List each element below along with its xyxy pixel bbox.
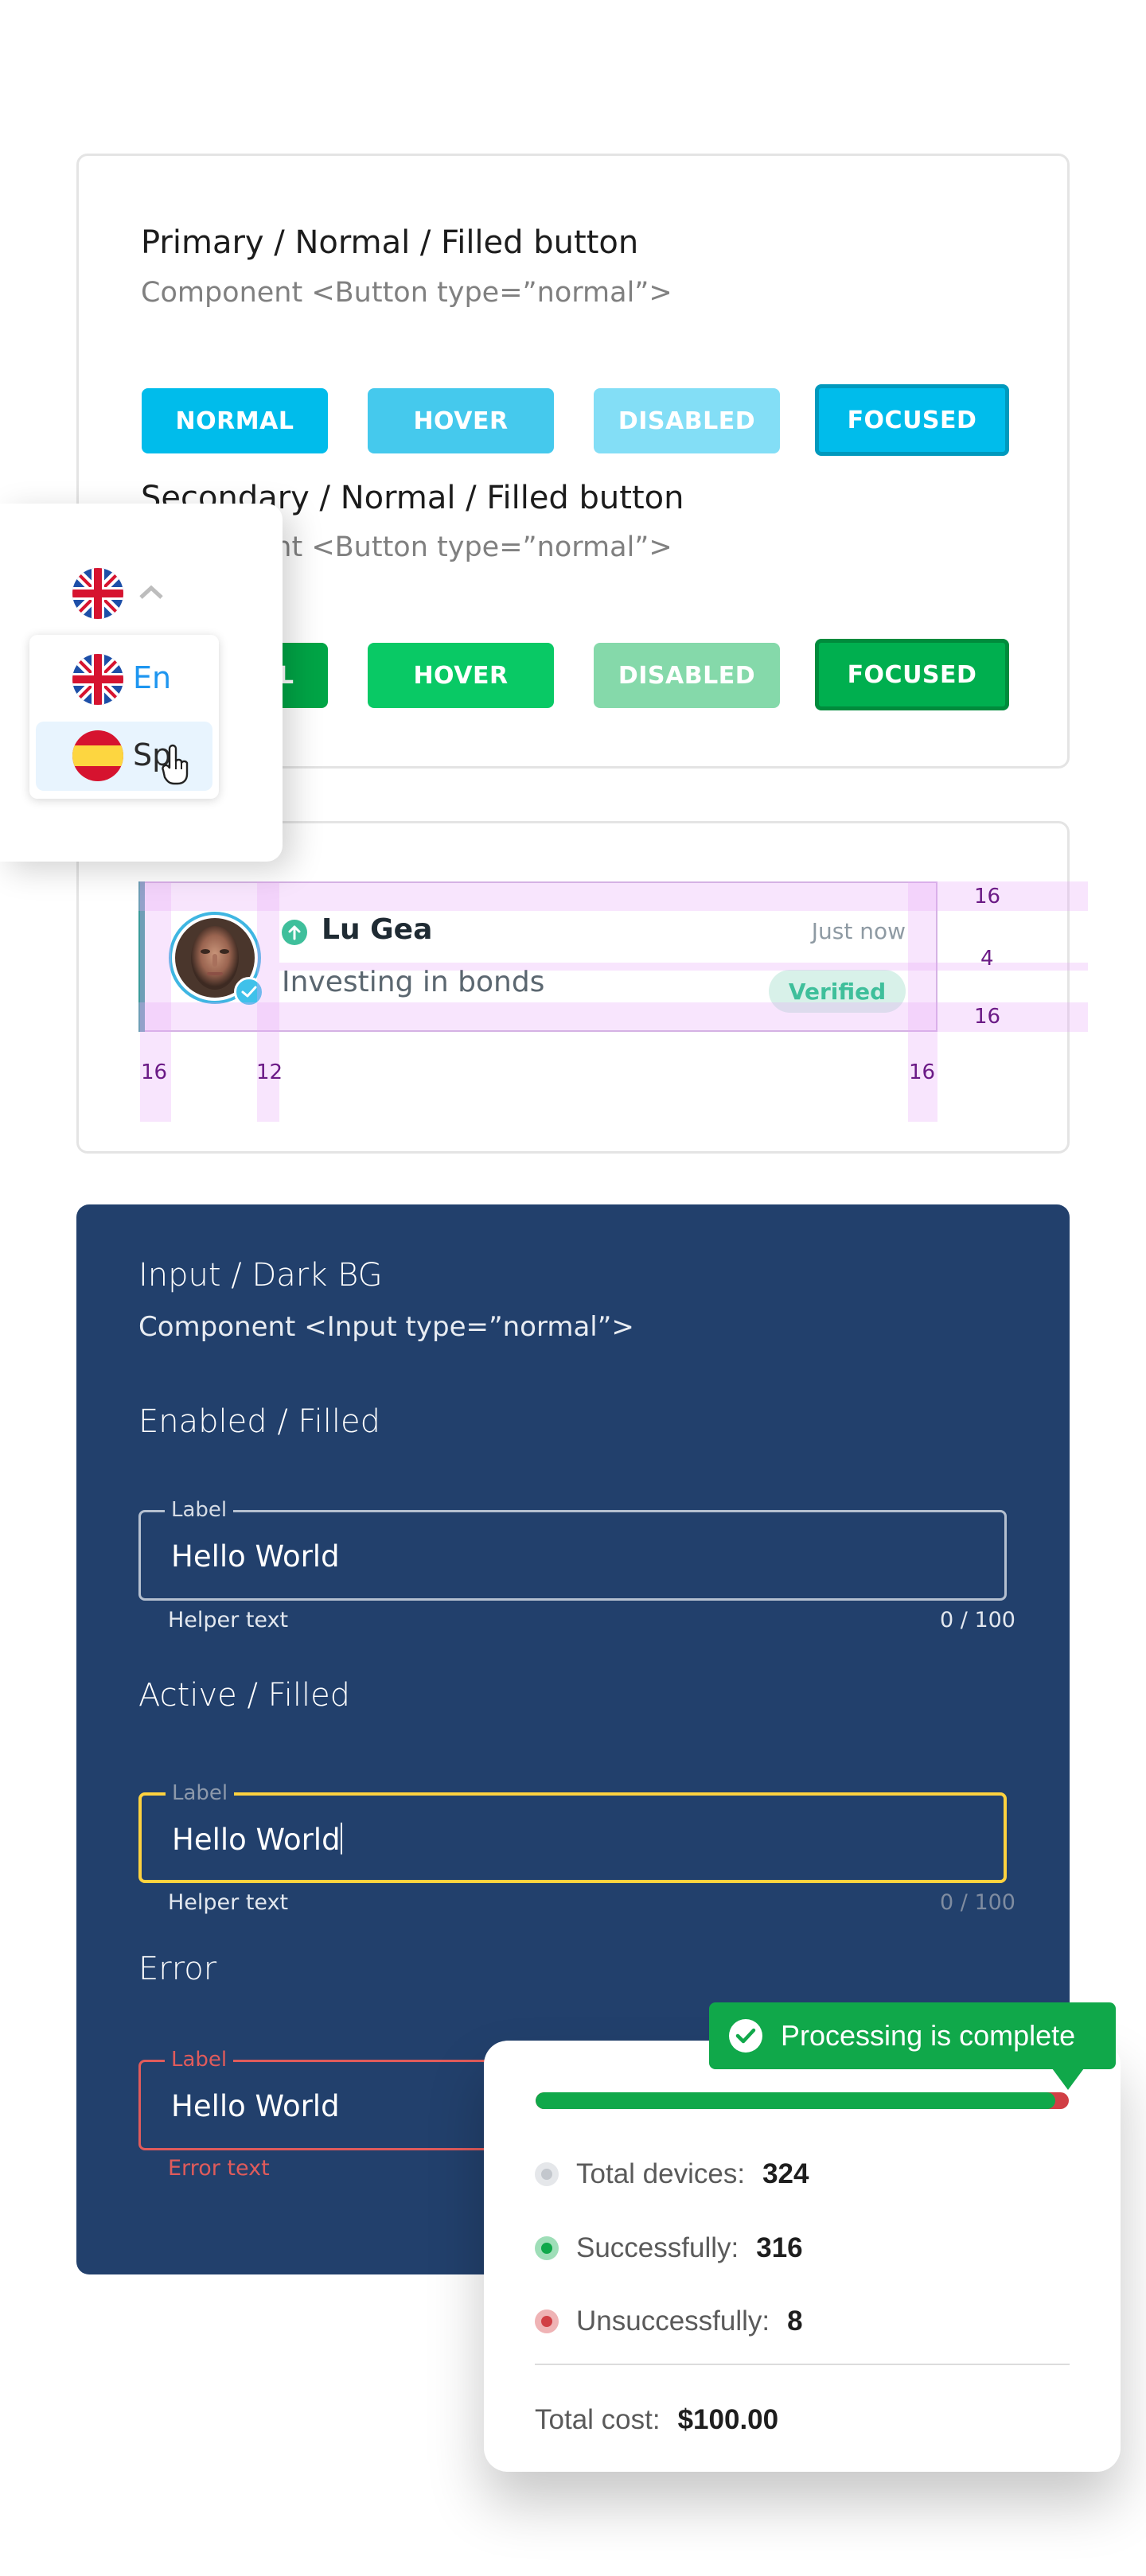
- uk-flag-icon: [72, 568, 123, 619]
- active-state-heading: Active / Filled: [138, 1677, 351, 1714]
- language-option-sp[interactable]: Sp: [36, 722, 212, 791]
- arrow-up-circle-icon: [282, 920, 307, 945]
- spacing-label-left: 16: [141, 1060, 168, 1084]
- progress-bar-success: [536, 2092, 1056, 2109]
- spacing-avatar-gap-column: [257, 881, 279, 1122]
- enabled-state-heading: Enabled / Filled: [138, 1403, 380, 1440]
- red-status-dot-icon: [535, 2309, 559, 2333]
- contact-name: Lu Gea: [322, 913, 433, 946]
- language-dropdown: En Sp: [29, 635, 219, 799]
- total-cost-row: Total cost: $100.00: [535, 2404, 778, 2436]
- spacing-left-column: [140, 881, 171, 1122]
- grey-status-dot-icon: [535, 2162, 559, 2186]
- primary-hover-button[interactable]: HOVER: [368, 388, 554, 453]
- primary-normal-button[interactable]: NORMAL: [142, 388, 328, 453]
- spacing-top-band: [138, 881, 1088, 911]
- secondary-focused-button[interactable]: FOCUSED: [815, 639, 1009, 710]
- primary-section-title: Primary / Normal / Filled button: [141, 224, 639, 261]
- enabled-input-value: Hello World: [171, 1539, 340, 1574]
- spacing-label-top: 16: [974, 885, 1001, 909]
- primary-focused-button[interactable]: FOCUSED: [815, 384, 1009, 456]
- language-option-en-label: En: [133, 660, 172, 695]
- enabled-input-label: Label: [165, 1498, 234, 1522]
- active-input-text: Hello World: [172, 1823, 341, 1857]
- unsuccessful-label: Unsuccessfully:: [576, 2306, 770, 2337]
- spacing-label-right: 16: [909, 1060, 936, 1084]
- text-cursor: [340, 1823, 342, 1854]
- active-input[interactable]: Label Hello World: [138, 1781, 1007, 1883]
- input-section-subtitle: Component <Input type=”normal”>: [138, 1311, 634, 1343]
- total-cost-value: $100.00: [677, 2404, 779, 2435]
- spacing-label-bottom: 16: [974, 1005, 1001, 1029]
- tooltip-arrow: [1052, 2068, 1084, 2090]
- tooltip-text: Processing is complete: [781, 2019, 1076, 2052]
- unsuccessful-value: 8: [787, 2306, 803, 2337]
- divider: [535, 2364, 1070, 2365]
- secondary-disabled-button: DISABLED: [594, 643, 780, 708]
- list-item-card: Lu Gea Just now Investing in bonds Verif…: [76, 821, 1088, 1154]
- unsuccessful-row: Unsuccessfully: 8: [535, 2306, 803, 2337]
- primary-section-subtitle: Component <Button type=”normal”>: [141, 277, 672, 309]
- total-devices-value: 324: [762, 2158, 809, 2189]
- enabled-char-counter: 0 / 100: [940, 1608, 1015, 1632]
- language-option-en[interactable]: En: [29, 635, 219, 714]
- spacing-label-gap: 4: [980, 947, 994, 971]
- primary-disabled-button: DISABLED: [594, 388, 780, 453]
- check-circle-icon: [729, 2019, 762, 2053]
- chevron-up-icon[interactable]: [138, 583, 164, 601]
- enabled-helper-text: Helper text: [168, 1608, 289, 1632]
- description: Investing in bonds: [282, 966, 545, 998]
- total-cost-label: Total cost:: [535, 2404, 661, 2435]
- active-input-label: Label: [166, 1781, 235, 1805]
- hand-pointer-icon: [162, 744, 189, 785]
- error-input-value: Hello World: [171, 2089, 340, 2123]
- language-picker-panel: En Sp: [0, 504, 283, 862]
- active-helper-text: Helper text: [168, 1890, 289, 1915]
- processing-complete-tooltip: Processing is complete: [709, 2002, 1116, 2090]
- total-devices-label: Total devices:: [576, 2158, 746, 2189]
- error-state-heading: Error: [138, 1951, 217, 1987]
- successful-row: Successfully: 316: [535, 2232, 803, 2264]
- spain-flag-icon: [72, 730, 123, 781]
- active-input-value: Hello World: [172, 1823, 342, 1857]
- spacing-gap-band: [279, 963, 1088, 971]
- secondary-hover-button[interactable]: HOVER: [368, 643, 554, 708]
- successful-value: 316: [756, 2232, 803, 2263]
- green-status-dot-icon: [535, 2236, 559, 2260]
- uk-flag-icon: [72, 654, 123, 705]
- active-char-counter: 0 / 100: [940, 1890, 1015, 1915]
- timestamp: Just now: [811, 918, 906, 944]
- language-picker-toggle[interactable]: [72, 567, 175, 620]
- spacing-bottom-band: [138, 1002, 1088, 1032]
- spacing-label-avatar-gap: 12: [256, 1060, 283, 1084]
- input-section-title: Input / Dark BG: [138, 1257, 383, 1294]
- error-helper-text: Error text: [168, 2156, 270, 2181]
- total-devices-row: Total devices: 324: [535, 2158, 809, 2190]
- processing-summary-card: Total devices: 324 Successfully: 316 Uns…: [484, 2041, 1121, 2472]
- progress-bar: [536, 2092, 1069, 2109]
- successful-label: Successfully:: [576, 2232, 739, 2263]
- spacing-right-column: [908, 881, 937, 1122]
- error-input-label: Label: [165, 2048, 234, 2072]
- enabled-input[interactable]: Label Hello World: [138, 1498, 1007, 1601]
